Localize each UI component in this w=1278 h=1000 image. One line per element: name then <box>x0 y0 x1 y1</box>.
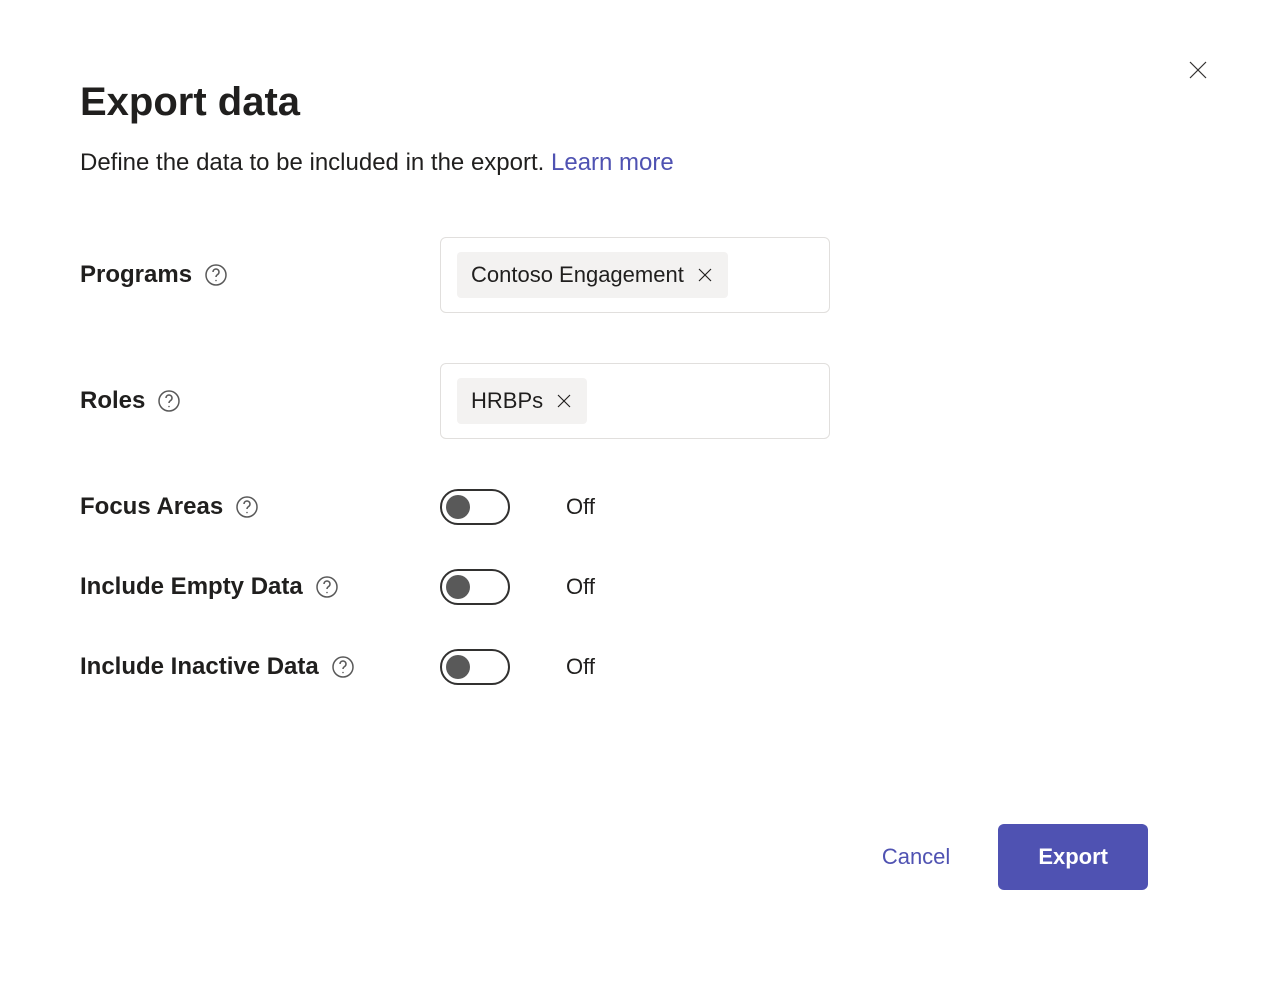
include-empty-label: Include Empty Data <box>80 573 303 601</box>
programs-row: Programs Contoso Engagement <box>80 237 1198 313</box>
include-empty-label-group: Include Empty Data <box>80 573 440 601</box>
toggle-knob <box>446 575 470 599</box>
remove-tag-button[interactable] <box>696 266 714 284</box>
close-icon <box>696 266 714 284</box>
focus-areas-state: Off <box>566 494 595 520</box>
cancel-button[interactable]: Cancel <box>874 834 958 880</box>
close-icon <box>555 392 573 410</box>
export-button[interactable]: Export <box>998 824 1148 890</box>
programs-input[interactable]: Contoso Engagement <box>440 237 830 313</box>
help-icon[interactable] <box>331 655 355 679</box>
toggle-knob <box>446 655 470 679</box>
help-icon[interactable] <box>157 389 181 413</box>
focus-areas-row: Focus Areas Off <box>80 489 1198 525</box>
focus-areas-toggle-wrap: Off <box>440 489 595 525</box>
role-tag: HRBPs <box>457 378 587 424</box>
program-tag: Contoso Engagement <box>457 252 728 298</box>
programs-label: Programs <box>80 261 192 289</box>
learn-more-link[interactable]: Learn more <box>551 149 674 176</box>
focus-areas-label-group: Focus Areas <box>80 493 440 521</box>
include-inactive-label: Include Inactive Data <box>80 653 319 681</box>
include-empty-state: Off <box>566 574 595 600</box>
close-button[interactable] <box>1178 50 1218 90</box>
include-inactive-label-group: Include Inactive Data <box>80 653 440 681</box>
export-data-dialog: Export data Define the data to be includ… <box>0 0 1278 1000</box>
dialog-actions: Cancel Export <box>874 824 1148 890</box>
remove-tag-button[interactable] <box>555 392 573 410</box>
tag-label: HRBPs <box>471 388 543 414</box>
roles-label-group: Roles <box>80 387 440 415</box>
tag-label: Contoso Engagement <box>471 262 684 288</box>
help-icon[interactable] <box>315 575 339 599</box>
include-inactive-row: Include Inactive Data Off <box>80 649 1198 685</box>
close-icon <box>1186 58 1210 82</box>
help-icon[interactable] <box>204 263 228 287</box>
programs-label-group: Programs <box>80 261 440 289</box>
roles-input[interactable]: HRBPs <box>440 363 830 439</box>
dialog-subtitle: Define the data to be included in the ex… <box>80 149 1198 177</box>
focus-areas-toggle[interactable] <box>440 489 510 525</box>
include-inactive-toggle[interactable] <box>440 649 510 685</box>
help-icon[interactable] <box>235 495 259 519</box>
focus-areas-label: Focus Areas <box>80 493 223 521</box>
subtitle-text: Define the data to be included in the ex… <box>80 149 551 176</box>
include-inactive-toggle-wrap: Off <box>440 649 595 685</box>
toggle-knob <box>446 495 470 519</box>
include-inactive-state: Off <box>566 654 595 680</box>
roles-row: Roles HRBPs <box>80 363 1198 439</box>
include-empty-row: Include Empty Data Off <box>80 569 1198 605</box>
dialog-title: Export data <box>80 80 1198 125</box>
roles-label: Roles <box>80 387 145 415</box>
include-empty-toggle[interactable] <box>440 569 510 605</box>
include-empty-toggle-wrap: Off <box>440 569 595 605</box>
